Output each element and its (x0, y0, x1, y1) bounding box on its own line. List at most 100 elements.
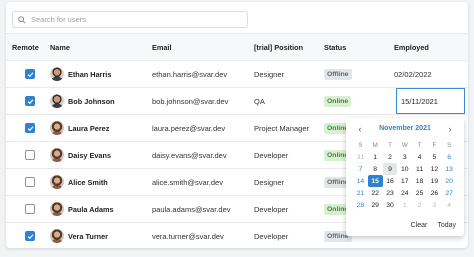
calendar-day[interactable]: 9 (382, 163, 398, 175)
position-cell[interactable]: Project Manager (254, 115, 324, 141)
calendar-day[interactable]: 26 (427, 187, 442, 199)
column-header-remote[interactable]: Remote (12, 34, 52, 60)
calendar-day[interactable]: 28 (353, 199, 368, 211)
calendar-day[interactable]: 24 (397, 187, 412, 199)
calendar-day[interactable]: 19 (427, 175, 442, 187)
chevron-right-icon[interactable]: › (444, 123, 456, 135)
chevron-left-icon[interactable]: ‹ (354, 123, 366, 135)
status-cell[interactable]: Offline (324, 61, 388, 87)
table-row[interactable]: Ethan Harris ethan.harris@svar.dev Designe… (6, 61, 468, 88)
remote-checkbox[interactable] (25, 96, 35, 106)
calendar-day[interactable]: 2 (412, 199, 427, 211)
status-badge: Offline (324, 68, 352, 80)
position-cell[interactable]: Designer (254, 169, 324, 195)
calendar-week: 14 15 16 17 18 19 20 (353, 175, 457, 187)
avatar (50, 94, 64, 108)
calendar-day[interactable]: 13 (442, 163, 457, 175)
calendar-day[interactable]: 6 (442, 151, 457, 163)
name-cell[interactable]: Bob Johnson (50, 88, 150, 114)
calendar-day[interactable]: 22 (368, 187, 383, 199)
remote-cell (18, 196, 42, 222)
position-cell[interactable]: Developer (254, 196, 324, 222)
date-editor-input[interactable]: 15/11/2021 (396, 88, 465, 114)
calendar-day[interactable]: 30 (383, 199, 398, 211)
calendar-day[interactable]: 23 (383, 187, 398, 199)
clear-button[interactable]: Clear (409, 221, 430, 230)
remote-checkbox[interactable] (25, 204, 35, 214)
weekday-label: S (358, 141, 363, 149)
calendar-month-title[interactable]: November 2021 (370, 125, 440, 132)
calendar-day[interactable]: 16 (383, 175, 398, 187)
calendar-week: 7 8 9 10 11 12 13 (353, 163, 457, 175)
name-cell[interactable]: Laura Perez (50, 115, 150, 141)
avatar (50, 175, 64, 189)
calendar-day[interactable]: 25 (412, 187, 427, 199)
name-cell[interactable]: Vera Turner (50, 223, 150, 248)
calendar-day[interactable]: 1 (368, 151, 383, 163)
calendar-days: S M T W T F S 31 1 2 3 4 5 6 7 8 9 10 11 12 13 14 15 16 17 18 19 20… (353, 139, 457, 211)
email-cell[interactable]: ethan.harris@svar.dev (152, 61, 254, 87)
name-cell[interactable]: Ethan Harris (50, 61, 150, 87)
calendar-day[interactable]: 4 (412, 151, 427, 163)
email-cell[interactable]: bob.johnson@svar.dev (152, 88, 254, 114)
calendar-day[interactable]: 10 (397, 163, 412, 175)
calendar-week: 31 1 2 3 4 5 6 (353, 151, 457, 163)
employed-cell[interactable]: 02/02/2022 (394, 61, 466, 87)
remote-cell (18, 223, 42, 248)
user-name: Vera Turner (68, 231, 109, 241)
column-header-employed[interactable]: Employed (394, 34, 466, 60)
calendar-day[interactable]: 17 (397, 175, 412, 187)
calendar-day[interactable]: 27 (442, 187, 457, 199)
calendar-day[interactable]: 14 (353, 175, 368, 187)
remote-checkbox[interactable] (25, 150, 35, 160)
name-cell[interactable]: Alice Smith (50, 169, 150, 195)
calendar-day[interactable]: 3 (427, 199, 442, 211)
name-cell[interactable]: Daisy Evans (50, 142, 150, 168)
check-icon (27, 233, 33, 239)
calendar-day[interactable]: 1 (397, 199, 412, 211)
calendar-day[interactable]: 31 (353, 151, 368, 163)
calendar-day[interactable]: 29 (368, 199, 383, 211)
calendar-day[interactable]: 8 (368, 163, 383, 175)
column-header-email[interactable]: Email (152, 34, 254, 60)
name-cell[interactable]: Paula Adams (50, 196, 150, 222)
avatar (50, 67, 64, 81)
remote-cell (18, 142, 42, 168)
remote-cell (18, 115, 42, 141)
calendar-day[interactable]: 20 (442, 175, 457, 187)
avatar (50, 148, 64, 162)
email-cell[interactable]: alice.smith@svar.dev (152, 169, 254, 195)
calendar-day[interactable]: 2 (383, 151, 398, 163)
weekday-label: S (447, 141, 452, 149)
email-cell[interactable]: daisy.evans@svar.dev (152, 142, 254, 168)
search-box[interactable] (12, 11, 248, 28)
today-button[interactable]: Today (435, 221, 458, 230)
email-cell[interactable]: vera.turner@svar.dev (152, 223, 254, 248)
position-cell[interactable]: Designer (254, 61, 324, 87)
position-cell[interactable]: Developer (254, 142, 324, 168)
remote-checkbox[interactable] (25, 231, 35, 241)
position-cell[interactable]: QA (254, 88, 324, 114)
calendar-day[interactable]: 4 (442, 199, 457, 211)
search-input[interactable] (31, 15, 231, 24)
remote-checkbox[interactable] (25, 177, 35, 187)
remote-checkbox[interactable] (25, 69, 35, 79)
calendar-day[interactable]: 12 (427, 163, 442, 175)
calendar-day[interactable]: 7 (353, 163, 368, 175)
status-cell[interactable]: Online (324, 88, 388, 114)
calendar-day[interactable]: 15 (367, 175, 383, 187)
calendar-day[interactable]: 5 (427, 151, 442, 163)
email-cell[interactable]: laura.perez@svar.dev (152, 115, 254, 141)
position-cell[interactable]: Developer (254, 223, 324, 248)
column-header-position[interactable]: [trial] Position (254, 34, 324, 60)
calendar-day[interactable]: 21 (353, 187, 368, 199)
calendar-day[interactable]: 18 (412, 175, 427, 187)
remote-checkbox[interactable] (25, 123, 35, 133)
calendar-day[interactable]: 11 (412, 163, 427, 175)
calendar-day[interactable]: 3 (397, 151, 412, 163)
column-header-status[interactable]: Status (324, 34, 388, 60)
email-cell[interactable]: paula.adams@svar.dev (152, 196, 254, 222)
column-header-name[interactable]: Name (50, 34, 150, 60)
status-badge: Online (324, 95, 352, 107)
check-icon (27, 125, 33, 131)
